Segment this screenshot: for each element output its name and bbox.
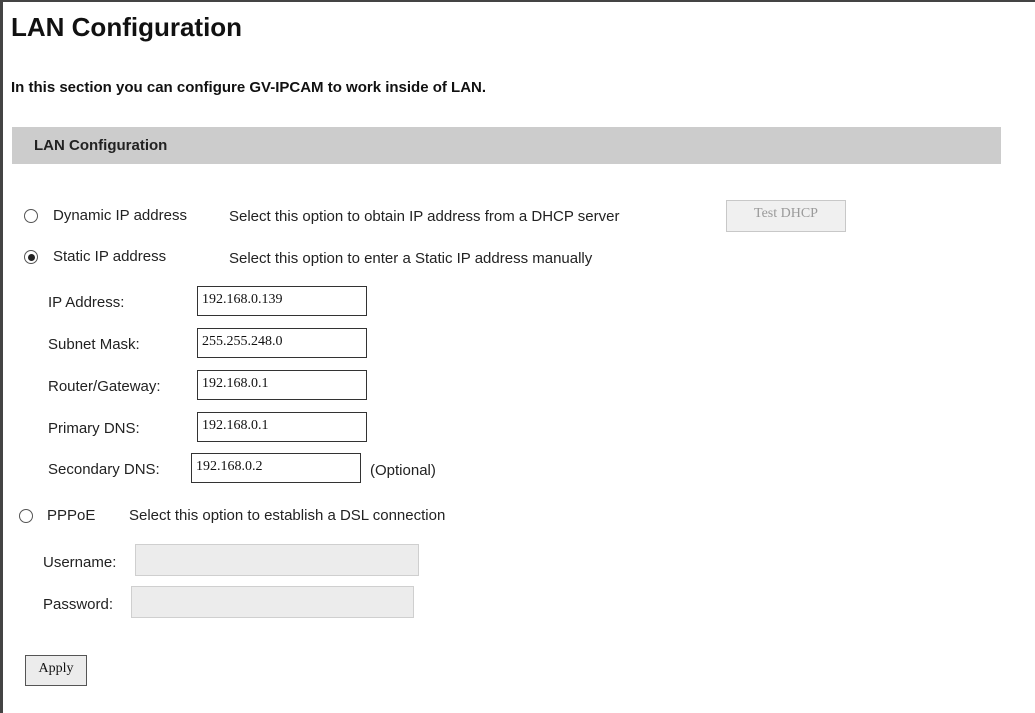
static-ip-label: Static IP address <box>53 248 167 265</box>
pppoe-label: PPPoE <box>47 507 96 524</box>
section-header: LAN Configuration <box>12 127 1001 164</box>
static-ip-description: Select this option to enter a Static IP … <box>229 250 593 267</box>
section-title: LAN Configuration <box>34 137 168 154</box>
static-ip-radio[interactable] <box>24 250 38 264</box>
dynamic-ip-radio[interactable] <box>24 209 38 223</box>
subnet-mask-label: Subnet Mask: <box>48 336 140 353</box>
test-dhcp-button[interactable]: Test DHCP <box>726 200 846 232</box>
optional-note: (Optional) <box>370 462 436 479</box>
pppoe-description: Select this option to establish a DSL co… <box>129 507 446 524</box>
intro-text: In this section you can configure GV-IPC… <box>11 79 487 96</box>
dynamic-ip-label: Dynamic IP address <box>53 207 187 224</box>
secondary-dns-label: Secondary DNS: <box>48 461 160 478</box>
password-input[interactable] <box>131 586 414 618</box>
gateway-label: Router/Gateway: <box>48 378 161 395</box>
password-label: Password: <box>43 596 114 613</box>
ip-address-label: IP Address: <box>48 294 125 311</box>
page-title: LAN Configuration <box>11 12 243 42</box>
primary-dns-label: Primary DNS: <box>48 420 140 437</box>
secondary-dns-input[interactable]: 192.168.0.2 <box>191 453 361 483</box>
ip-address-input[interactable]: 192.168.0.139 <box>197 286 367 316</box>
gateway-input[interactable]: 192.168.0.1 <box>197 370 367 400</box>
subnet-mask-input[interactable]: 255.255.248.0 <box>197 328 367 358</box>
dynamic-ip-description: Select this option to obtain IP address … <box>229 208 620 225</box>
pppoe-radio[interactable] <box>19 509 33 523</box>
primary-dns-input[interactable]: 192.168.0.1 <box>197 412 367 442</box>
username-input[interactable] <box>135 544 419 576</box>
apply-button[interactable]: Apply <box>25 655 87 686</box>
username-label: Username: <box>43 554 117 571</box>
